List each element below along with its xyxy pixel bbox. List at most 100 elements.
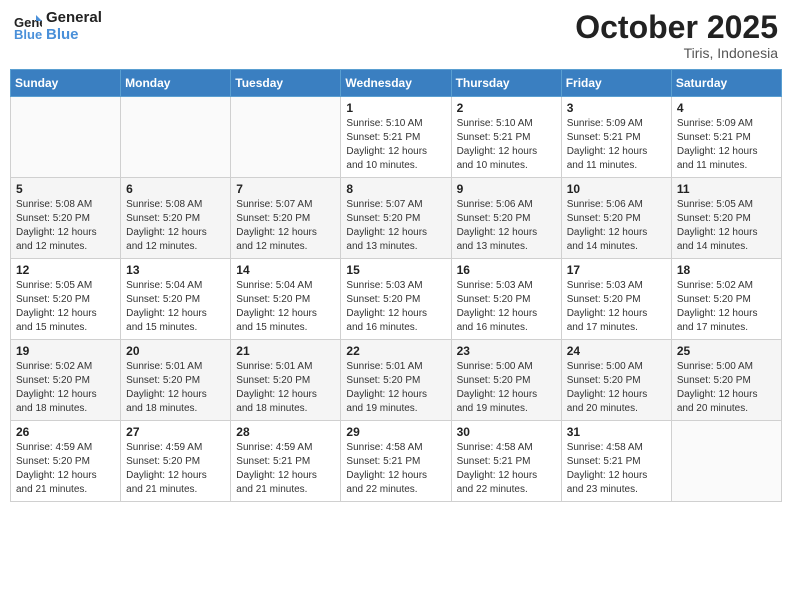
calendar-cell: 21Sunrise: 5:01 AMSunset: 5:20 PMDayligh… [231,340,341,421]
day-info-line: and 21 minutes. [16,483,115,497]
day-info: Sunrise: 5:02 AMSunset: 5:20 PMDaylight:… [677,279,776,335]
day-info-line: Sunset: 5:21 PM [346,131,445,145]
calendar-cell: 20Sunrise: 5:01 AMSunset: 5:20 PMDayligh… [121,340,231,421]
day-info-line: and 13 minutes. [346,240,445,254]
day-info-line: Sunset: 5:20 PM [457,293,556,307]
day-info-line: Sunset: 5:20 PM [677,293,776,307]
day-info-line: Daylight: 12 hours [236,307,335,321]
day-info-line: and 21 minutes. [236,483,335,497]
calendar-cell: 26Sunrise: 4:59 AMSunset: 5:20 PMDayligh… [11,421,121,502]
day-info-line: Daylight: 12 hours [567,469,666,483]
logo-line1: General [46,10,102,27]
day-info-line: Sunset: 5:20 PM [16,293,115,307]
day-number: 15 [346,263,445,277]
day-info-line: and 19 minutes. [457,402,556,416]
day-info-line: and 10 minutes. [346,159,445,173]
day-info-line: Daylight: 12 hours [126,388,225,402]
day-info: Sunrise: 5:04 AMSunset: 5:20 PMDaylight:… [236,279,335,335]
day-info-line: Sunrise: 5:05 AM [677,198,776,212]
day-info-line: Sunset: 5:21 PM [346,455,445,469]
day-number: 14 [236,263,335,277]
day-info: Sunrise: 5:01 AMSunset: 5:20 PMDaylight:… [236,360,335,416]
day-info: Sunrise: 5:00 AMSunset: 5:20 PMDaylight:… [457,360,556,416]
calendar-table: SundayMondayTuesdayWednesdayThursdayFrid… [10,69,782,502]
calendar-week-row: 26Sunrise: 4:59 AMSunset: 5:20 PMDayligh… [11,421,782,502]
day-info-line: and 13 minutes. [457,240,556,254]
day-number: 25 [677,344,776,358]
day-info-line: Sunrise: 5:04 AM [126,279,225,293]
calendar-cell: 24Sunrise: 5:00 AMSunset: 5:20 PMDayligh… [561,340,671,421]
day-info-line: and 16 minutes. [457,321,556,335]
day-info-line: Sunset: 5:20 PM [567,212,666,226]
calendar-cell: 10Sunrise: 5:06 AMSunset: 5:20 PMDayligh… [561,178,671,259]
day-info: Sunrise: 5:07 AMSunset: 5:20 PMDaylight:… [346,198,445,254]
day-info-line: and 11 minutes. [567,159,666,173]
day-number: 3 [567,101,666,115]
day-number: 16 [457,263,556,277]
day-number: 8 [346,182,445,196]
day-info-line: Sunset: 5:20 PM [126,455,225,469]
day-number: 22 [346,344,445,358]
day-number: 17 [567,263,666,277]
day-info-line: Sunrise: 4:59 AM [126,441,225,455]
days-of-week-row: SundayMondayTuesdayWednesdayThursdayFrid… [11,70,782,97]
day-number: 30 [457,425,556,439]
day-info-line: Sunset: 5:21 PM [236,455,335,469]
calendar-cell: 3Sunrise: 5:09 AMSunset: 5:21 PMDaylight… [561,97,671,178]
day-number: 7 [236,182,335,196]
day-info: Sunrise: 5:09 AMSunset: 5:21 PMDaylight:… [677,117,776,173]
day-info-line: Daylight: 12 hours [126,307,225,321]
day-info-line: Daylight: 12 hours [16,226,115,240]
calendar-week-row: 1 Sunrise: 5:10 AMSunset: 5:21 PMDaylight… [11,97,782,178]
day-number: 31 [567,425,666,439]
day-info-line: Sunset: 5:20 PM [677,212,776,226]
day-number: 1 [346,101,445,115]
calendar-cell: 22 Sunrise: 5:01 AMSunset: 5:20 PMDayligh… [341,340,451,421]
day-info-line: and 22 minutes. [457,483,556,497]
calendar-cell: 9Sunrise: 5:06 AMSunset: 5:20 PMDaylight… [451,178,561,259]
day-info-line: Sunrise: 5:08 AM [16,198,115,212]
day-info-line: Sunset: 5:20 PM [567,293,666,307]
calendar-body: 1Sunrise: 5:10 AMSunset: 5:21 PMDaylight… [11,97,782,502]
day-info-line: Sunrise: 5:00 AM [677,360,776,374]
day-info-line: and 19 minutes. [346,402,445,416]
day-info-line: Daylight: 12 hours [16,388,115,402]
calendar-cell: 15Sunrise: 5:03 AMSunset: 5:20 PMDayligh… [341,259,451,340]
day-info: Sunrise: 5:01 AMSunset: 5:20 PMDaylight:… [346,360,445,416]
day-info: Sunrise: 5:00 AMSunset: 5:20 PMDaylight:… [567,360,666,416]
day-info-line: Daylight: 12 hours [346,307,445,321]
day-info-line: and 14 minutes. [677,240,776,254]
day-info-line: and 12 minutes. [236,240,335,254]
day-info-line: Sunset: 5:20 PM [236,374,335,388]
calendar-cell: 12Sunrise: 5:05 AMSunset: 5:20 PMDayligh… [11,259,121,340]
day-info-line: Daylight: 12 hours [126,226,225,240]
day-info-line: Sunrise: 5:06 AM [567,198,666,212]
day-info-line: Sunset: 5:20 PM [457,374,556,388]
calendar-cell: 4Sunrise: 5:09 AMSunset: 5:21 PMDaylight… [671,97,781,178]
day-info-line: and 18 minutes. [236,402,335,416]
day-info-line: and 21 minutes. [126,483,225,497]
day-info-line: Sunrise: 5:03 AM [346,279,445,293]
calendar-cell [671,421,781,502]
day-info-line: Sunrise: 5:01 AM [126,360,225,374]
day-number: 19 [16,344,115,358]
day-info: Sunrise: 4:59 AMSunset: 5:20 PMDaylight:… [126,441,225,497]
day-info-line: Sunrise: 5:05 AM [16,279,115,293]
day-info-line: Daylight: 12 hours [346,145,445,159]
day-info-line: Sunrise: 5:03 AM [457,279,556,293]
calendar-cell: 5Sunrise: 5:08 AMSunset: 5:20 PMDaylight… [11,178,121,259]
calendar-cell: 18Sunrise: 5:02 AMSunset: 5:20 PMDayligh… [671,259,781,340]
day-info-line: and 20 minutes. [677,402,776,416]
day-info: Sunrise: 4:58 AMSunset: 5:21 PMDaylight:… [567,441,666,497]
day-info-line: Sunrise: 5:09 AM [567,117,666,131]
dow-header: Tuesday [231,70,341,97]
day-info-line: Daylight: 12 hours [457,307,556,321]
calendar-week-row: 12Sunrise: 5:05 AMSunset: 5:20 PMDayligh… [11,259,782,340]
day-info-line: Sunrise: 5:10 AM [346,117,445,131]
day-info-line: Sunrise: 5:04 AM [236,279,335,293]
day-info-line: Sunset: 5:20 PM [16,212,115,226]
month-title: October 2025 [575,10,778,45]
day-info: Sunrise: 5:06 AMSunset: 5:20 PMDaylight:… [567,198,666,254]
day-info: Sunrise: 5:10 AMSunset: 5:21 PMDaylight:… [457,117,556,173]
day-info: Sunrise: 4:59 AMSunset: 5:21 PMDaylight:… [236,441,335,497]
